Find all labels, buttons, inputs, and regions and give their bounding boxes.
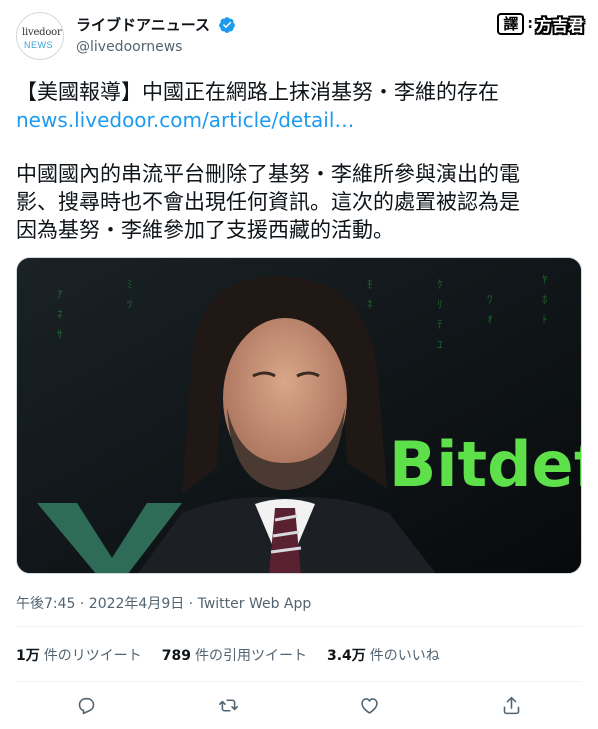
svg-text:ﾘ: ﾘ [437, 298, 443, 311]
divider [16, 626, 582, 627]
divider [16, 681, 582, 682]
svg-text:ﾐ: ﾐ [127, 278, 133, 291]
verified-badge-icon [219, 16, 235, 33]
avatar-logo-subtext: NEWS [24, 40, 53, 50]
like-button[interactable] [353, 690, 387, 720]
svg-text:ﾓ: ﾓ [367, 278, 373, 291]
quote-label: 件の引用ツイート [194, 648, 307, 664]
tweet-timestamp[interactable]: 午後7:45 · 2022年4月9日 · Twitter Web App [16, 593, 311, 613]
svg-text:ﾈ: ﾈ [57, 308, 63, 321]
handle[interactable]: @livedoornews [76, 39, 236, 55]
share-button[interactable] [494, 690, 528, 720]
display-name[interactable]: ライブドアニュース [76, 14, 210, 35]
user-info: ライブドアニュース @livedoornews [76, 14, 236, 55]
tweet-headline: 【美國報導】中國正在網路上抹消基努・李維的存在 [16, 80, 499, 104]
translator-credit: 譯 : 方吉君 [497, 10, 584, 38]
tweet-body: 中國國內的串流平台刪除了基努・李維所參與演出的電 影、搜尋時也不會出現任何資訊。… [16, 160, 582, 244]
svg-text:ｱ: ｱ [57, 288, 63, 301]
svg-text:ﾎ: ﾎ [542, 293, 548, 306]
svg-text:ｸ: ｸ [437, 278, 443, 291]
tweet-body-line: 影、搜尋時也不會出現任何資訊。這次的處置被認為是 [16, 190, 520, 214]
tweet-stats: 1万 件のリツイート 789 件の引用ツイート 3.4万 件のいいね [16, 640, 582, 670]
share-icon [503, 696, 520, 714]
like-count: 3.4万 [326, 648, 366, 664]
svg-text:ｻ: ｻ [57, 328, 63, 341]
quote-stat[interactable]: 789 件の引用ツイート [162, 645, 307, 665]
action-bar [16, 690, 582, 720]
svg-text:ﾕ: ﾕ [437, 338, 443, 351]
svg-text:ﾔ: ﾔ [542, 273, 548, 286]
svg-text:ﾄ: ﾄ [542, 313, 548, 326]
photo-illustration: ｱﾈｻ ﾐﾂ ｸﾘﾃﾕ ﾜｵ ﾔﾎﾄ ﾓﾈ Bitdefe [17, 258, 582, 573]
like-stat[interactable]: 3.4万 件のいいね [327, 645, 440, 665]
reply-icon [78, 697, 95, 714]
tweet-photo[interactable]: ｱﾈｻ ﾐﾂ ｸﾘﾃﾕ ﾜｵ ﾔﾎﾄ ﾓﾈ Bitdefe [16, 257, 582, 574]
retweet-stat[interactable]: 1万 件のリツイート [16, 645, 142, 665]
svg-text:ﾜ: ﾜ [487, 293, 493, 306]
credit-separator: : [527, 16, 533, 32]
article-link[interactable]: news.livedoor.com/article/detail… [16, 108, 354, 132]
tweet-body-line: 中國國內的串流平台刪除了基努・李維所參與演出的電 [16, 162, 520, 186]
retweet-icon [218, 698, 238, 712]
retweet-count: 1万 [16, 648, 40, 664]
like-icon [361, 697, 378, 714]
quote-count: 789 [161, 648, 191, 664]
reply-button[interactable] [70, 690, 104, 720]
avatar-logo-text: livedoor [22, 27, 62, 38]
translation-badge: 譯 [497, 12, 525, 36]
image-sign-text: Bitdefe [389, 428, 582, 501]
retweet-label: 件のリツイート [43, 648, 142, 664]
retweet-button[interactable] [211, 690, 245, 720]
svg-text:ｵ: ｵ [487, 313, 493, 326]
tweet-body-line: 因為基努・李維參加了支援西藏的活動。 [16, 218, 394, 242]
like-label: 件のいいね [369, 648, 440, 664]
translator-name: 方吉君 [535, 16, 584, 35]
svg-text:ﾂ: ﾂ [127, 298, 133, 311]
avatar[interactable]: livedoor NEWS [16, 12, 64, 60]
svg-text:ﾃ: ﾃ [437, 318, 443, 331]
svg-text:ﾈ: ﾈ [367, 298, 373, 311]
